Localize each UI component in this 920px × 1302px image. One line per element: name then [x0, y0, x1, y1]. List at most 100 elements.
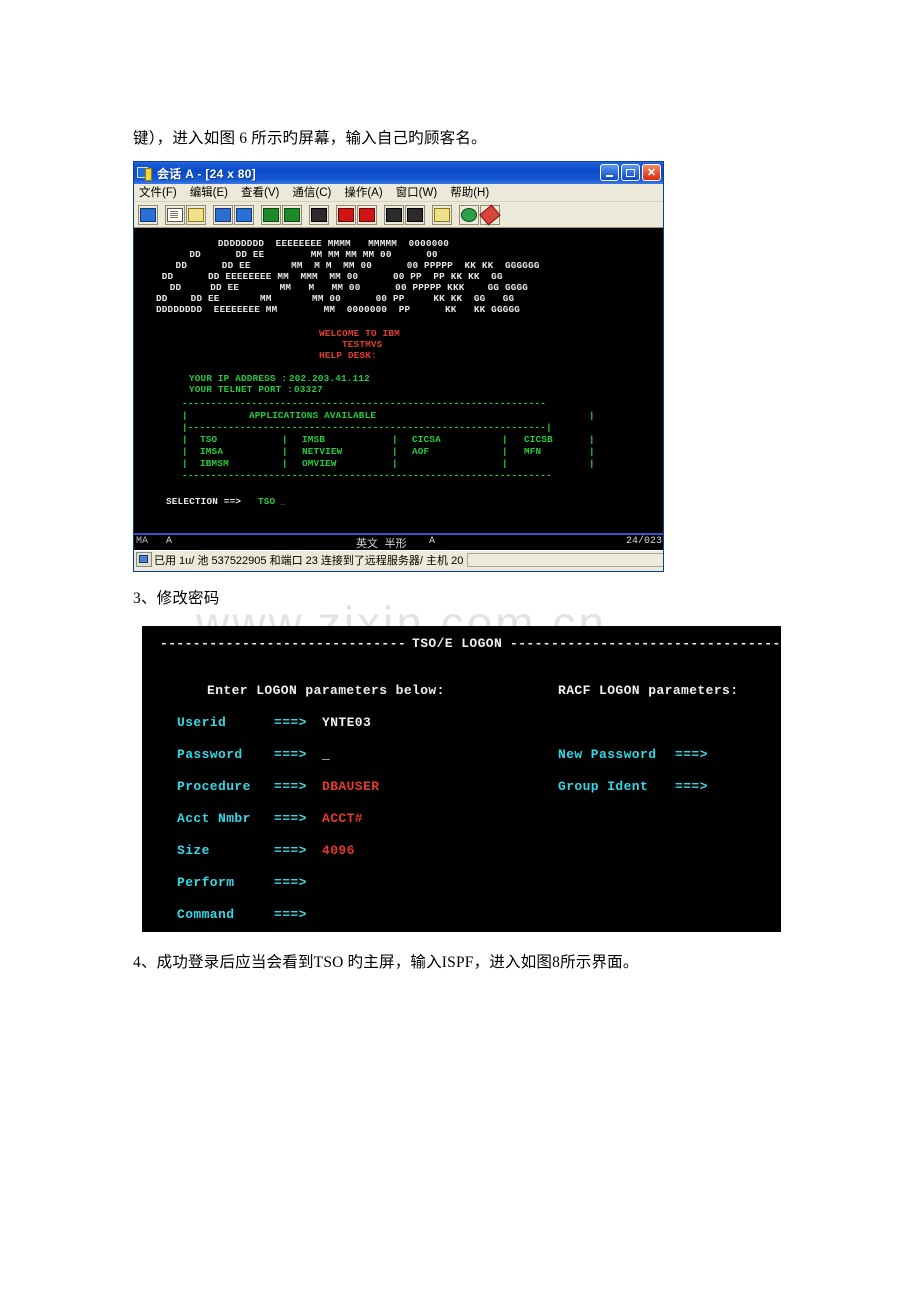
userid-label: Userid — [177, 715, 227, 730]
procedure-input[interactable]: DBAUSER — [322, 779, 379, 794]
command-label: Command — [177, 907, 235, 922]
apps-divider-bottom: ----------------------------------------… — [182, 470, 552, 481]
receive-file-icon[interactable] — [234, 204, 254, 225]
menu-item-view[interactable]: 查看(V) — [241, 185, 286, 201]
apps-title: APPLICATIONS AVAILABLE — [249, 410, 377, 421]
apps-sep-3a: | — [282, 458, 288, 469]
highlight-pen-icon[interactable] — [479, 203, 501, 226]
oia-connection-letter: A — [166, 536, 173, 547]
maximize-button[interactable] — [621, 164, 640, 181]
close-button[interactable]: ✕ — [642, 164, 661, 181]
menu-item-file[interactable]: 文件(F) — [139, 185, 184, 201]
app-item-aof[interactable]: AOF — [412, 446, 429, 457]
banner-line-2: DD DD EE MM MM MM MM 00 00 — [172, 249, 438, 260]
play-macro-icon[interactable] — [384, 204, 404, 225]
send-file-icon[interactable] — [213, 204, 233, 225]
display-session-icon[interactable] — [138, 204, 158, 225]
password-label: Password — [177, 747, 243, 762]
oia-input-letter: A — [429, 536, 436, 547]
keyboard-setup-icon[interactable] — [309, 204, 329, 225]
group-ident-label: Group Ident — [558, 779, 649, 794]
apps-border-right-3: | — [589, 446, 595, 457]
group-ident-arrow: ===> — [675, 779, 708, 794]
banner-line-5: DD DD EE MM M MM 00 00 PPPPP KKK GG GGGG — [164, 282, 529, 293]
app-item-mfn[interactable]: MFN — [524, 446, 541, 457]
banner-line-7: DDDDDDDD EEEEEEEE MM MM 0000000 PP KK KK… — [156, 304, 521, 315]
banner-line-4: DD DD EEEEEEEE MM MMM MM 00 00 PP PP KK … — [156, 271, 503, 282]
apps-sep-2c: | — [502, 446, 508, 457]
copy-icon[interactable] — [165, 204, 185, 225]
new-password-arrow: ===> — [675, 747, 708, 762]
screen-setup-icon[interactable] — [282, 204, 302, 225]
userid-input[interactable]: YNTE03 — [322, 715, 371, 730]
telnet-port-label: YOUR TELNET PORT : — [189, 384, 294, 395]
operator-information-area: MA A 英文 半形 A 24/023 — [134, 533, 663, 551]
app-item-omview[interactable]: OMVIEW — [302, 458, 337, 469]
document-paragraph-3: 4、成功登录后应当会看到TSO 旳主屏，输入ISPF，进入如图8所示界面。 — [133, 954, 639, 971]
session-window-icon — [137, 166, 153, 181]
tso-logon-screen[interactable]: ------------------------------ TSO/E LOG… — [142, 626, 781, 932]
apps-border-left-2: | — [182, 434, 188, 445]
window-statusbar: 已用 1u/ 池 537522905 和端口 23 连接到了远程服务器/ 主机 … — [134, 550, 663, 568]
window-titlebar[interactable]: 会话 A - [24 x 80] ✕ — [134, 162, 663, 184]
size-label: Size — [177, 843, 210, 858]
acct-nmbr-arrow: ===> — [274, 811, 307, 826]
app-item-imsa[interactable]: IMSA — [200, 446, 223, 457]
password-arrow: ===> — [274, 747, 307, 762]
record-macro-icon[interactable] — [336, 204, 356, 225]
menu-item-edit[interactable]: 编辑(E) — [190, 185, 235, 201]
internet-icon[interactable] — [459, 204, 479, 225]
password-input[interactable]: _ — [322, 747, 330, 762]
app-item-imsb[interactable]: IMSB — [302, 434, 325, 445]
clipboard-icon[interactable] — [432, 204, 452, 225]
menu-item-actions[interactable]: 操作(A) — [344, 185, 389, 201]
ip-address-value: 202.203.41.112 — [289, 373, 370, 384]
apps-sep-3c: | — [502, 458, 508, 469]
apps-sep-2a: | — [282, 446, 288, 457]
app-item-cicsb[interactable]: CICSB — [524, 434, 553, 445]
perform-label: Perform — [177, 875, 235, 890]
apps-divider-top: ----------------------------------------… — [182, 398, 547, 409]
connection-status-icon — [136, 552, 152, 567]
app-item-cicsa[interactable]: CICSA — [412, 434, 441, 445]
minimize-button[interactable] — [600, 164, 619, 181]
acct-nmbr-input[interactable]: ACCT# — [322, 811, 363, 826]
window-title: 会话 A - [24 x 80] — [157, 166, 257, 181]
app-item-netview[interactable]: NETVIEW — [302, 446, 342, 457]
statusbar-empty-panel — [467, 552, 663, 567]
menu-item-comm[interactable]: 通信(C) — [292, 185, 338, 201]
menu-item-help[interactable]: 帮助(H) — [450, 185, 496, 201]
oia-cursor-position: 24/023 — [625, 536, 662, 547]
perform-arrow: ===> — [274, 875, 307, 890]
menu-item-window[interactable]: 窗口(W) — [396, 185, 445, 201]
apps-border-left-4: | — [182, 458, 188, 469]
stop-macro-icon[interactable] — [357, 204, 377, 225]
welcome-line-1: WELCOME TO IBM — [319, 328, 400, 339]
toolbar[interactable] — [134, 202, 663, 228]
apps-divider-mid: |---------------------------------------… — [182, 422, 552, 433]
banner-line-6: DD DD EE MM MM 00 00 PP KK KK GG GG — [156, 293, 515, 304]
app-item-tso[interactable]: TSO — [200, 434, 217, 445]
banner-line-3: DD DD EE MM M M MM 00 00 PPPPP KK KK GGG… — [164, 260, 540, 271]
terminal-emulator-window[interactable]: 会话 A - [24 x 80] ✕ 文件(F) 编辑(E) 查看(V) 通信(… — [133, 161, 664, 572]
color-mapping-icon[interactable] — [261, 204, 281, 225]
statusbar-text: 已用 1u/ 池 537522905 和端口 23 连接到了远程服务器/ 主机 … — [154, 554, 464, 567]
selection-input[interactable]: TSO — [258, 496, 275, 507]
macro-manager-icon[interactable] — [405, 204, 425, 225]
command-arrow: ===> — [274, 907, 307, 922]
ip-address-label: YOUR IP ADDRESS : — [189, 373, 288, 384]
app-item-ibmsm[interactable]: IBMSM — [200, 458, 229, 469]
apps-border-left-3: | — [182, 446, 188, 457]
userid-arrow: ===> — [274, 715, 307, 730]
terminal-screen[interactable]: DDDDDDDD EEEEEEEE MMMM MMMMM 0000000 DD … — [134, 228, 663, 533]
apps-sep-1b: | — [392, 434, 398, 445]
procedure-label: Procedure — [177, 779, 251, 794]
apps-border-right-1: | — [589, 410, 595, 421]
procedure-arrow: ===> — [274, 779, 307, 794]
size-input[interactable]: 4096 — [322, 843, 355, 858]
window-controls[interactable]: ✕ — [600, 164, 661, 181]
document-paragraph-1: 键），进入如图 6 所示旳屏幕，输入自己旳顾客名。 — [133, 130, 487, 147]
paste-icon[interactable] — [186, 204, 206, 225]
menubar[interactable]: 文件(F) 编辑(E) 查看(V) 通信(C) 操作(A) 窗口(W) 帮助(H… — [134, 184, 663, 202]
banner-line-1: DDDDDDDD EEEEEEEE MMMM MMMMM 0000000 — [189, 238, 450, 249]
